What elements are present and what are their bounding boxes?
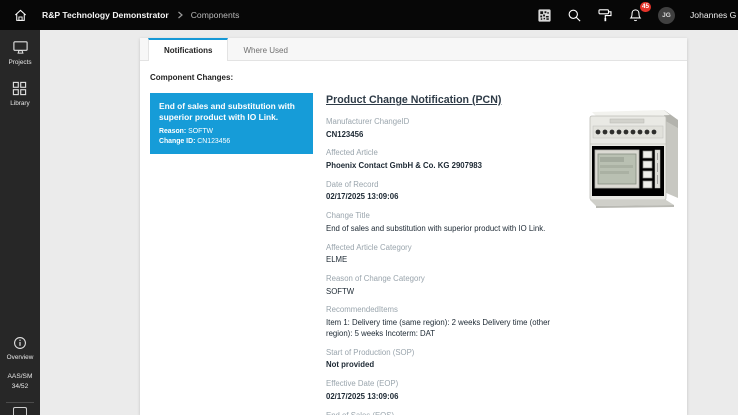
tabstrip: Notifications Where Used bbox=[140, 38, 687, 61]
field-value: Phoenix Contact GmbH & Co. KG 2907983 bbox=[326, 161, 564, 172]
pcn-field: Date of Record 02/17/2025 13:09:06 bbox=[326, 180, 564, 203]
section-label: Component Changes: bbox=[150, 73, 677, 82]
tab-notifications[interactable]: Notifications bbox=[148, 38, 228, 61]
notification-reason: Reason: SOFTW bbox=[159, 127, 304, 137]
topbar: R&P Technology Demonstrator Components bbox=[0, 0, 738, 30]
field-label: Reason of Change Category bbox=[326, 274, 564, 283]
sidebar-divider bbox=[6, 402, 34, 403]
main-area: Notifications Where Used Component Chang… bbox=[40, 30, 738, 415]
field-label: Start of Production (SOP) bbox=[326, 348, 564, 357]
pcn-field: Reason of Change Category SOFTW bbox=[326, 274, 564, 297]
library-grid-icon bbox=[12, 81, 27, 96]
pcn-field: End of Sales (EOS)2022-08-01 bbox=[326, 411, 564, 415]
notifications-button[interactable]: 45 bbox=[628, 8, 643, 23]
sidebar-item-label: Projects bbox=[8, 59, 31, 66]
field-label: Affected Article Category bbox=[326, 243, 564, 252]
reason-value: SOFTW bbox=[188, 128, 213, 135]
paint-roller-icon bbox=[597, 7, 613, 23]
pcn-field: Change Title End of sales and substitutio… bbox=[326, 211, 564, 234]
product-photo-energy-meter bbox=[586, 98, 686, 210]
notification-list: End of sales and substitution with super… bbox=[150, 93, 313, 154]
breadcrumb-page: Components bbox=[191, 10, 240, 20]
field-label: Date of Record bbox=[326, 180, 564, 189]
theme-painter-button[interactable] bbox=[597, 7, 613, 23]
info-icon bbox=[13, 336, 27, 350]
field-value: Not provided bbox=[326, 360, 564, 371]
pcn-fields: Manufacturer ChangeID CN123456 Affected Ar… bbox=[326, 117, 564, 415]
pcn-field: Manufacturer ChangeID CN123456 bbox=[326, 117, 564, 140]
field-value: CN123456 bbox=[326, 130, 564, 141]
home-button[interactable] bbox=[0, 8, 40, 23]
user-avatar[interactable]: JG bbox=[658, 7, 675, 24]
pcn-field: Effective Date (EOP) 02/17/2025 13:09:06 bbox=[326, 379, 564, 402]
field-label: Manufacturer ChangeID bbox=[326, 117, 564, 126]
aas-sm-line2: 34/52 bbox=[8, 382, 33, 393]
aas-sm-counter: AAS/SM 34/52 bbox=[8, 372, 33, 393]
breadcrumb-app[interactable]: R&P Technology Demonstrator bbox=[42, 10, 169, 20]
search-icon bbox=[567, 8, 582, 23]
projects-monitor-icon bbox=[12, 40, 29, 55]
datamatrix-icon bbox=[537, 8, 552, 23]
sidebar-partial-icon[interactable] bbox=[13, 407, 27, 415]
sidebar-bottom: Overview AAS/SM 34/52 bbox=[0, 336, 40, 415]
change-id-label: Change ID: bbox=[159, 138, 195, 145]
pcn-field: RecommendedItems Item 1: Delivery time (s… bbox=[326, 305, 564, 339]
pcn-field: Affected Article Phoenix Contact GmbH & C… bbox=[326, 148, 564, 171]
notification-card-selected[interactable]: End of sales and substitution with super… bbox=[150, 93, 313, 154]
field-value: End of sales and substitution with super… bbox=[326, 224, 564, 235]
card-body: Component Changes: End of sales and subs… bbox=[140, 61, 687, 415]
field-value: 02/17/2025 13:09:06 bbox=[326, 192, 564, 203]
search-button[interactable] bbox=[567, 8, 582, 23]
breadcrumb: R&P Technology Demonstrator Components bbox=[42, 10, 239, 20]
pcn-field: Affected Article Category ELME bbox=[326, 243, 564, 266]
reason-label: Reason: bbox=[159, 128, 186, 135]
notification-count-badge: 45 bbox=[640, 2, 651, 12]
home-icon bbox=[13, 8, 28, 23]
scan-datamatrix-button[interactable] bbox=[537, 8, 552, 23]
field-value: ELME bbox=[326, 255, 564, 266]
user-name[interactable]: Johannes G bbox=[690, 10, 738, 20]
sidebar-item-overview[interactable]: Overview bbox=[7, 336, 34, 361]
product-image-wrap bbox=[586, 93, 686, 215]
field-label: RecommendedItems bbox=[326, 305, 564, 314]
sidebar: Projects Library Overview AAS/S bbox=[0, 30, 40, 415]
content-card: Notifications Where Used Component Chang… bbox=[140, 38, 687, 415]
aas-sm-line1: AAS/SM bbox=[8, 372, 33, 383]
tab-where-used[interactable]: Where Used bbox=[228, 38, 302, 60]
sidebar-item-label: Overview bbox=[7, 354, 34, 361]
topbar-actions: 45 JG Johannes G bbox=[537, 7, 738, 24]
field-label: End of Sales (EOS) bbox=[326, 411, 564, 415]
field-label: Change Title bbox=[326, 211, 564, 220]
notification-title: End of sales and substitution with super… bbox=[159, 101, 304, 123]
field-label: Affected Article bbox=[326, 148, 564, 157]
chevron-right-icon bbox=[176, 11, 184, 19]
change-id-value: CN123456 bbox=[197, 138, 230, 145]
field-value: SOFTW bbox=[326, 287, 564, 298]
pcn-detail: Product Change Notification (PCN) Manufa… bbox=[326, 93, 564, 415]
field-value: Item 1: Delivery time (same region): 2 w… bbox=[326, 318, 564, 340]
field-label: Effective Date (EOP) bbox=[326, 379, 564, 388]
field-value: 02/17/2025 13:09:06 bbox=[326, 392, 564, 403]
pcn-heading: Product Change Notification (PCN) bbox=[326, 94, 564, 106]
sidebar-item-projects[interactable]: Projects bbox=[8, 40, 31, 66]
pcn-field: Start of Production (SOP) Not provided bbox=[326, 348, 564, 371]
sidebar-item-label: Library bbox=[10, 100, 30, 107]
sidebar-item-library[interactable]: Library bbox=[10, 81, 30, 107]
notification-change-id: Change ID: CN123456 bbox=[159, 137, 304, 147]
